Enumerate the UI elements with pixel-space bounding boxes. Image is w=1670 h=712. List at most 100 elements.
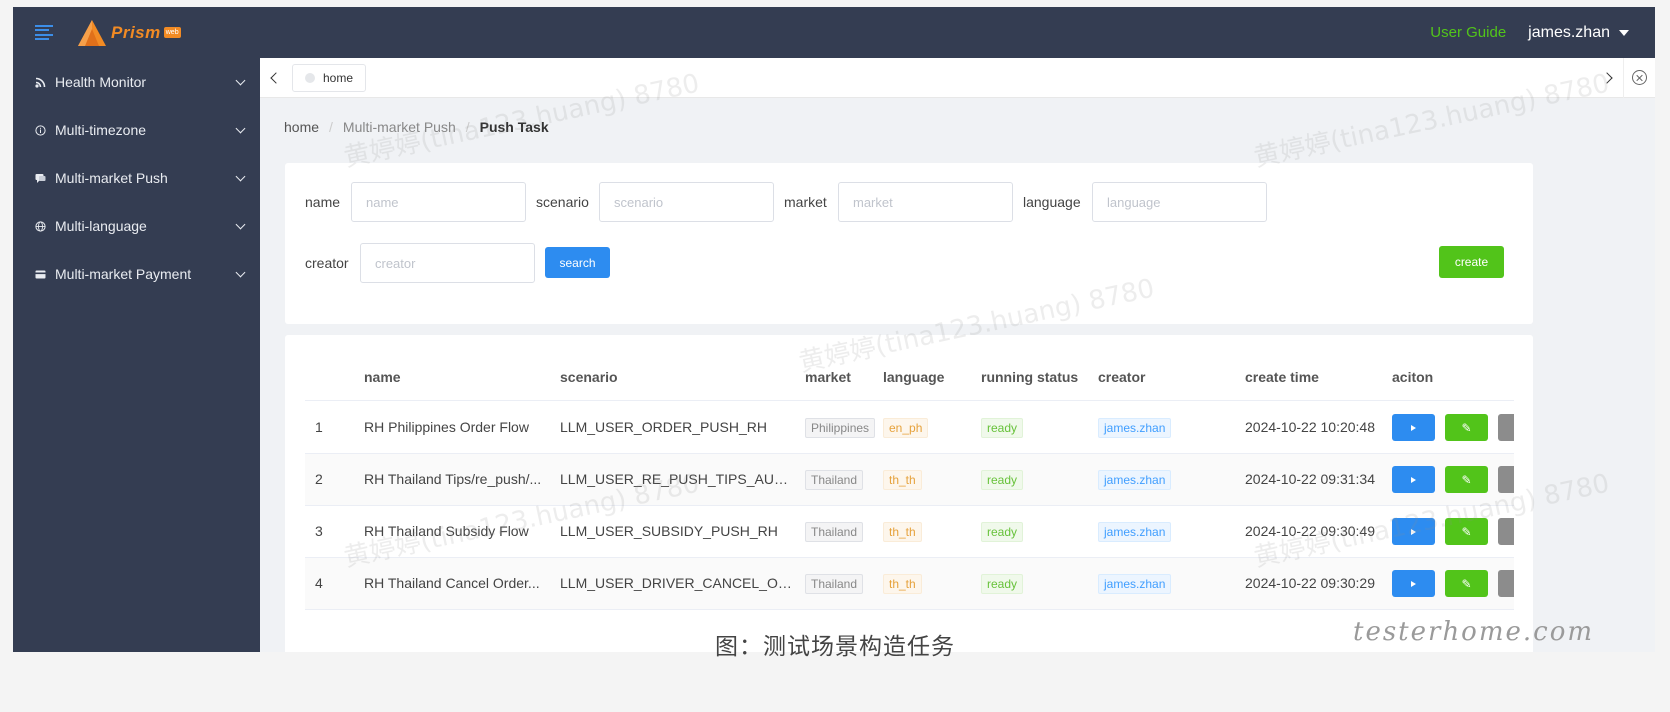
task-name-cell: RH Philippines Order Flow [364, 419, 529, 435]
edit-button[interactable]: ✎ [1445, 570, 1488, 597]
tab-label: home [323, 70, 354, 85]
table-row[interactable]: 3 RH Thailand Subsidy Flow LLM_USER_SUBS… [305, 506, 1514, 558]
market-tag: Thailand [805, 470, 864, 490]
credit-card-icon [34, 268, 46, 280]
sidebar-item-health-monitor[interactable]: Health Monitor [13, 58, 260, 106]
run-button[interactable] [1392, 570, 1435, 597]
play-icon [1411, 580, 1416, 587]
more-action-button[interactable] [1498, 570, 1514, 597]
table-row[interactable]: 4 RH Thailand Cancel Order... LLM_USER_D… [305, 558, 1514, 610]
scenario-input[interactable] [599, 182, 774, 222]
edit-button[interactable]: ✎ [1445, 518, 1488, 545]
task-table: name scenario market language running st… [285, 335, 1533, 652]
chat-bubble-icon [34, 172, 46, 184]
tab-scroll-left-icon[interactable] [260, 58, 288, 98]
tab-bar: home [260, 57, 1655, 98]
market-input[interactable] [838, 182, 1013, 222]
row-index: 3 [315, 523, 323, 539]
username-label: james.zhan [1528, 23, 1610, 41]
tab-status-dot [305, 72, 315, 83]
status-badge: ready [981, 522, 1024, 542]
breadcrumb-current: Push Task [479, 119, 549, 135]
pencil-icon: ✎ [1461, 576, 1472, 591]
edit-button[interactable]: ✎ [1445, 466, 1488, 493]
language-tag: th_th [883, 522, 922, 542]
column-header-name: name [364, 369, 401, 385]
user-guide-link[interactable]: User Guide [1430, 24, 1506, 41]
language-input[interactable] [1092, 182, 1267, 222]
name-input[interactable] [351, 182, 526, 222]
table-row[interactable]: 1 RH Philippines Order Flow LLM_USER_ORD… [305, 402, 1514, 454]
prism-logo-icon [78, 19, 106, 46]
scenario-cell: LLM_USER_SUBSIDY_PUSH_RH [560, 523, 778, 539]
more-action-button[interactable] [1498, 518, 1514, 545]
language-tag: th_th [883, 470, 922, 490]
brand-name: Prism [111, 22, 161, 42]
name-label: name [305, 194, 341, 210]
task-name-cell: RH Thailand Cancel Order... [364, 575, 540, 591]
close-circle-icon [1632, 70, 1647, 85]
market-label: market [784, 194, 827, 210]
sidebar-item-label: Multi-timezone [55, 122, 147, 138]
breadcrumb-separator: / [465, 119, 470, 135]
pencil-icon: ✎ [1461, 472, 1472, 487]
play-icon [1411, 528, 1416, 535]
sidebar: Health Monitor Multi-timezone Multi-mark… [13, 58, 260, 652]
sidebar-item-multi-timezone[interactable]: Multi-timezone [13, 106, 260, 154]
user-menu[interactable]: james.zhan [1528, 24, 1629, 42]
creator-input[interactable] [360, 243, 535, 283]
sidebar-item-multi-language[interactable]: Multi-language [13, 202, 260, 250]
chevron-down-icon [235, 75, 246, 85]
main-content: home home / Multi-market Push / Push Tas… [260, 57, 1655, 652]
more-action-button[interactable] [1498, 414, 1514, 441]
edit-button[interactable]: ✎ [1445, 414, 1488, 441]
task-name-cell: RH Thailand Tips/re_push/... [364, 471, 542, 487]
run-button[interactable] [1392, 466, 1435, 493]
app-window: Prism web User Guide james.zhan Health M… [13, 7, 1655, 652]
column-header-language: language [883, 369, 945, 385]
table-row[interactable]: 2 RH Thailand Tips/re_push/... LLM_USER_… [305, 454, 1514, 506]
info-circle-icon [34, 124, 46, 136]
menu-toggle-icon[interactable] [35, 24, 53, 41]
run-button[interactable] [1392, 414, 1435, 441]
breadcrumb-home[interactable]: home [284, 119, 319, 135]
create-time-cell: 2024-10-22 09:31:34 [1245, 471, 1375, 487]
column-header-creator: creator [1098, 369, 1146, 385]
sidebar-item-multi-market-payment[interactable]: Multi-market Payment [13, 250, 260, 298]
column-header-running-status: running status [981, 369, 1079, 385]
column-header-action: aciton [1392, 369, 1434, 385]
table-header: name scenario market language running st… [305, 357, 1514, 401]
language-label: language [1023, 194, 1081, 210]
language-tag: th_th [883, 574, 922, 594]
task-name-cell: RH Thailand Subsidy Flow [364, 523, 529, 539]
sidebar-item-multi-market-push[interactable]: Multi-market Push [13, 154, 260, 202]
run-button[interactable] [1392, 518, 1435, 545]
more-action-button[interactable] [1498, 466, 1514, 493]
tab-scroll-right-icon[interactable] [1595, 58, 1623, 98]
column-header-create-time: create time [1245, 369, 1319, 385]
status-badge: ready [981, 418, 1024, 438]
top-header: Prism web User Guide james.zhan [13, 7, 1655, 58]
chevron-down-icon [235, 219, 246, 229]
brand-badge: web [163, 27, 181, 38]
tab-home[interactable]: home [292, 63, 367, 92]
brand-logo[interactable]: Prism web [77, 19, 181, 47]
column-header-market: market [805, 369, 851, 385]
sidebar-item-label: Multi-language [55, 218, 147, 234]
language-tag: en_ph [883, 418, 929, 438]
creator-tag: james.zhan [1098, 574, 1172, 594]
creator-label: creator [305, 255, 349, 271]
breadcrumb-multi-market-push[interactable]: Multi-market Push [343, 119, 456, 135]
search-button[interactable]: search [545, 247, 610, 278]
caret-down-icon [1619, 29, 1629, 36]
create-time-cell: 2024-10-22 10:20:48 [1245, 419, 1375, 435]
sidebar-item-label: Health Monitor [55, 74, 147, 90]
breadcrumb: home / Multi-market Push / Push Task [284, 119, 549, 135]
close-all-tabs-button[interactable] [1623, 57, 1655, 98]
create-button[interactable]: create [1439, 246, 1504, 278]
breadcrumb-separator: / [329, 119, 333, 135]
market-tag: Thailand [805, 522, 864, 542]
chevron-down-icon [235, 171, 246, 181]
scenario-cell: LLM_USER_RE_PUSH_TIPS_AUTO... [560, 471, 795, 487]
row-index: 2 [315, 471, 323, 487]
